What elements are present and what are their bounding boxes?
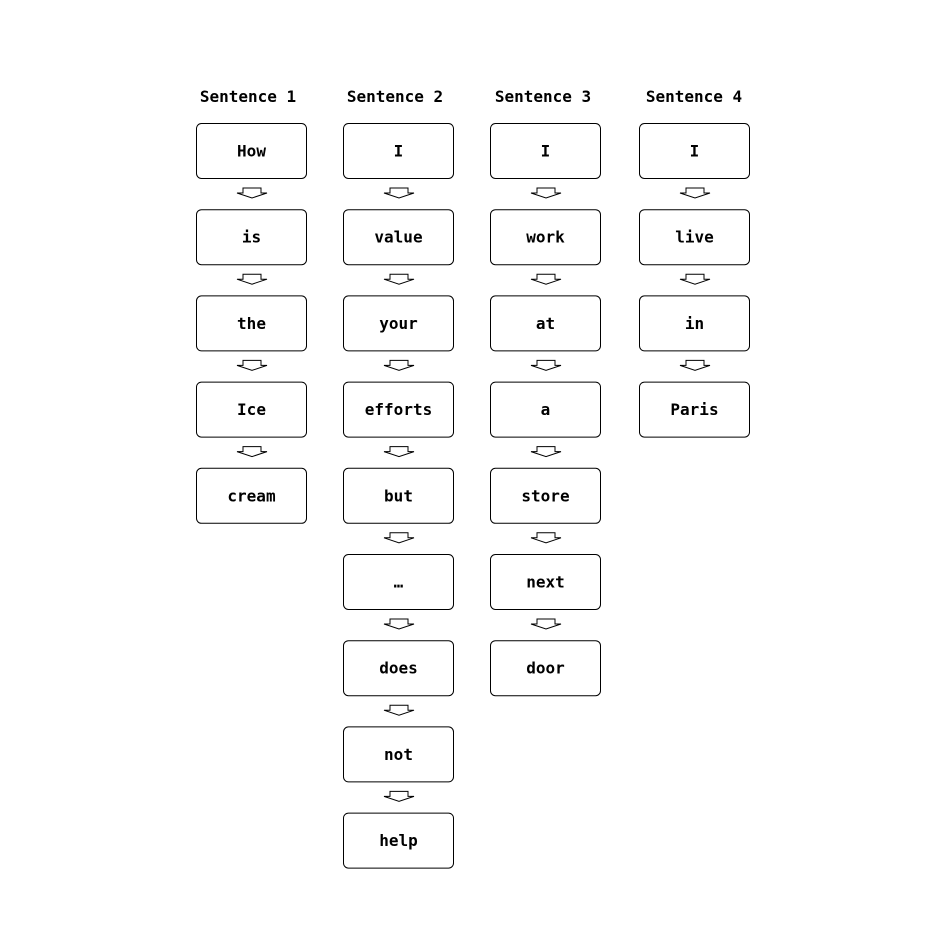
sentence-column-4: Sentence 4 Ilive in Paris bbox=[639, 87, 750, 438]
down-arrow-icon bbox=[236, 446, 268, 458]
down-arrow-icon bbox=[383, 704, 415, 716]
down-arrow-icon bbox=[383, 790, 415, 802]
word-label: a bbox=[541, 400, 551, 419]
down-arrow-icon bbox=[236, 273, 268, 285]
word-label: Paris bbox=[670, 400, 718, 419]
sentence-title: Sentence 1 bbox=[200, 87, 296, 106]
word-label: … bbox=[394, 573, 404, 592]
word-label: your bbox=[379, 314, 418, 333]
down-arrow-icon bbox=[530, 187, 562, 199]
down-arrow-icon bbox=[383, 359, 415, 371]
down-arrow-icon bbox=[530, 359, 562, 371]
word-label: I bbox=[541, 142, 551, 161]
sentence-column-2: Sentence 2 Ivalue your efforts but … does not he… bbox=[343, 87, 454, 869]
down-arrow-icon bbox=[530, 446, 562, 458]
word-label: Ice bbox=[237, 400, 266, 419]
down-arrow-icon bbox=[530, 532, 562, 544]
down-arrow-icon bbox=[383, 273, 415, 285]
sentence-title: Sentence 2 bbox=[347, 87, 443, 106]
word-label: value bbox=[374, 228, 422, 247]
word-label: in bbox=[685, 314, 704, 333]
down-arrow-icon bbox=[679, 187, 711, 199]
word-label: live bbox=[675, 228, 714, 247]
down-arrow-icon bbox=[530, 618, 562, 630]
down-arrow-icon bbox=[383, 446, 415, 458]
word-label: the bbox=[237, 314, 266, 333]
word-label: not bbox=[384, 745, 413, 764]
word-label: but bbox=[384, 486, 413, 505]
word-label: store bbox=[521, 486, 569, 505]
down-arrow-icon bbox=[530, 273, 562, 285]
sentence-column-3: Sentence 3 Iwork at a store next door bbox=[490, 87, 601, 697]
word-label: at bbox=[536, 314, 555, 333]
word-label: efforts bbox=[365, 400, 432, 419]
down-arrow-icon bbox=[383, 532, 415, 544]
sentence-title: Sentence 4 bbox=[646, 87, 742, 106]
word-label: help bbox=[379, 831, 418, 850]
word-label: How bbox=[237, 142, 266, 161]
down-arrow-icon bbox=[679, 273, 711, 285]
word-label: next bbox=[526, 573, 565, 592]
word-label: does bbox=[379, 659, 418, 678]
down-arrow-icon bbox=[236, 359, 268, 371]
word-label: cream bbox=[227, 486, 276, 505]
word-label: I bbox=[690, 142, 700, 161]
down-arrow-icon bbox=[383, 187, 415, 199]
down-arrow-icon bbox=[679, 359, 711, 371]
word-label: is bbox=[242, 228, 261, 247]
sentence-title: Sentence 3 bbox=[495, 87, 591, 106]
down-arrow-icon bbox=[383, 618, 415, 630]
sentence-token-diagram: Sentence 1 How is the Ice cream Sentence 2 Ival… bbox=[196, 87, 750, 869]
word-label: work bbox=[526, 228, 565, 247]
down-arrow-icon bbox=[236, 187, 268, 199]
sentence-column-1: Sentence 1 How is the Ice cream bbox=[196, 87, 307, 524]
word-label: door bbox=[526, 659, 565, 678]
word-label: I bbox=[394, 142, 404, 161]
